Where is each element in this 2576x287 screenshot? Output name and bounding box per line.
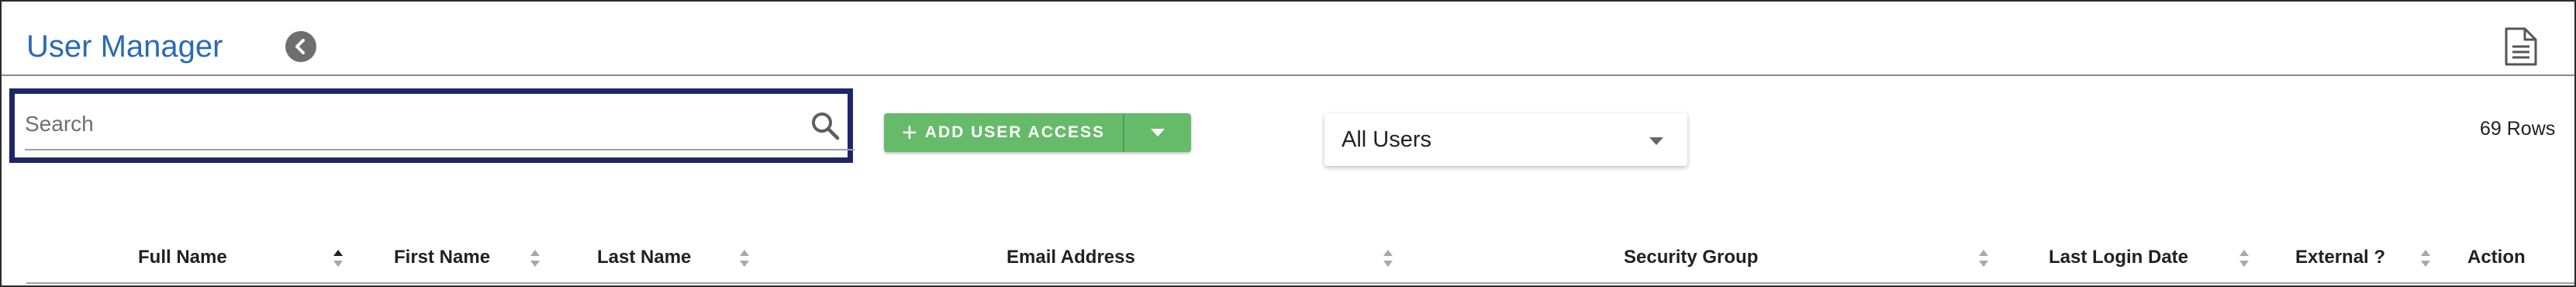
sort-icon[interactable] — [1382, 248, 1394, 268]
add-user-access-button[interactable]: + ADD USER ACCESS — [884, 113, 1123, 152]
add-options-dropdown-button[interactable] — [1124, 113, 1191, 152]
user-filter-value: All Users — [1342, 127, 1432, 152]
caret-down-icon — [1649, 137, 1663, 145]
column-header-last-name[interactable]: Last Name — [597, 247, 691, 268]
search-input[interactable] — [25, 105, 800, 143]
sort-icon[interactable] — [2419, 248, 2432, 268]
sort-icon[interactable] — [529, 248, 541, 268]
column-header-external[interactable]: External ? — [2295, 247, 2385, 268]
sort-icon[interactable] — [2238, 248, 2250, 268]
search-icon[interactable] — [810, 110, 841, 141]
column-header-first-name[interactable]: First Name — [394, 247, 490, 268]
caret-down-icon — [1151, 129, 1165, 137]
column-header-action: Action — [2467, 247, 2526, 268]
add-user-access-split-button: + ADD USER ACCESS — [884, 113, 1191, 152]
column-header-email-address[interactable]: Email Address — [1007, 247, 1135, 268]
page-title: User Manager — [26, 29, 223, 64]
header-divider — [2, 74, 2574, 76]
search-field — [17, 98, 855, 152]
document-icon — [2505, 27, 2537, 66]
sort-ascending-icon[interactable] — [332, 248, 344, 268]
table-header-divider — [26, 282, 2574, 284]
app-window: User Manager + ADD USER ACCESS — [0, 0, 2576, 287]
column-header-security-group[interactable]: Security Group — [1624, 247, 1758, 268]
row-count: 69 Rows — [2480, 118, 2556, 140]
column-header-last-login-date[interactable]: Last Login Date — [2049, 247, 2188, 268]
column-header-full-name[interactable]: Full Name — [138, 247, 227, 268]
back-button[interactable] — [285, 31, 316, 62]
user-filter-select[interactable]: All Users — [1324, 113, 1687, 166]
add-user-access-label: ADD USER ACCESS — [924, 123, 1106, 141]
sort-icon[interactable] — [1977, 248, 1990, 268]
export-document-button[interactable] — [2503, 26, 2539, 67]
plus-icon: + — [901, 118, 917, 147]
search-underline — [25, 149, 855, 150]
back-arrow-icon — [295, 39, 305, 54]
sort-icon[interactable] — [738, 248, 751, 268]
